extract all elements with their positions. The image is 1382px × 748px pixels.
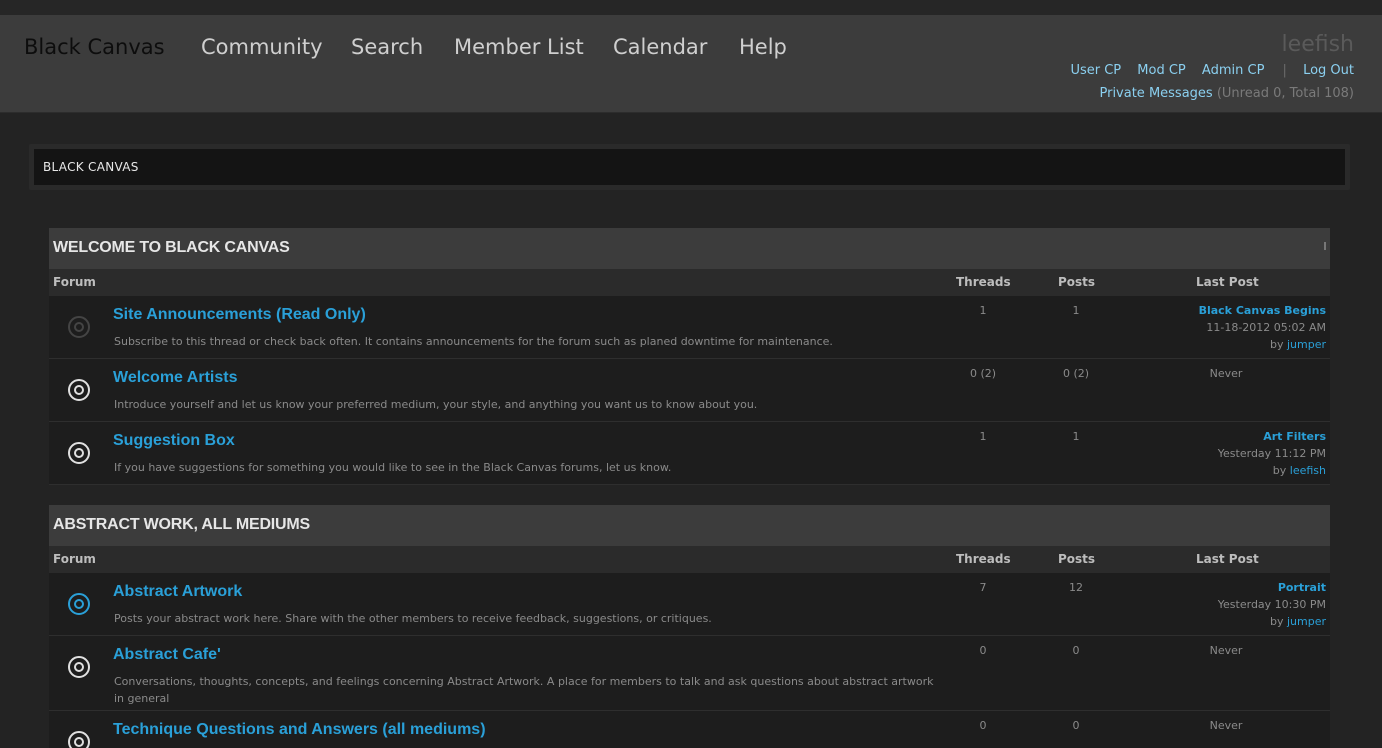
forum-read-icon <box>68 379 90 401</box>
forum-off-icon <box>68 316 90 338</box>
nav-calendar[interactable]: Calendar <box>613 35 707 59</box>
header: Black Canvas Community Search Member Lis… <box>0 15 1382 113</box>
private-messages-count: (Unread 0, Total 108) <box>1216 86 1354 101</box>
username[interactable]: leefish <box>1282 32 1354 57</box>
last-post-title[interactable]: Black Canvas Begins <box>1199 302 1326 319</box>
post-count: 12 <box>1069 581 1083 594</box>
forum-description: Introduce yourself and let us know your … <box>114 398 758 411</box>
forum-title[interactable]: Site Announcements (Read Only) <box>113 306 366 324</box>
category-title[interactable]: ABSTRACT WORK, ALL MEDIUMS <box>53 516 310 534</box>
thread-count: 7 <box>979 581 987 594</box>
last-post-title[interactable]: Portrait <box>1218 579 1326 596</box>
last-post: Portrait Yesterday 10:30 PM by jumper <box>1218 579 1326 630</box>
top-strip <box>0 0 1382 15</box>
last-post-never: Never <box>1209 719 1243 732</box>
forum-read-icon <box>68 442 90 464</box>
site-brand[interactable]: Black Canvas <box>24 35 165 59</box>
forum-title[interactable]: Technique Questions and Answers (all med… <box>113 721 486 739</box>
last-post-by: by <box>1269 615 1284 628</box>
mod-cp-link[interactable]: Mod CP <box>1137 63 1185 78</box>
column-threads: Threads <box>956 552 1011 566</box>
thread-count: 0 <box>979 719 987 732</box>
last-post-never: Never <box>1209 367 1243 380</box>
user-cp-link[interactable]: User CP <box>1070 63 1121 78</box>
last-post: Art Filters Yesterday 11:12 PM by leefis… <box>1218 428 1326 479</box>
forum-row: Abstract Cafe' Conversations, thoughts, … <box>49 636 1330 711</box>
forum-description: If you have suggestions for something yo… <box>114 461 672 474</box>
post-count: 0 <box>1072 644 1080 657</box>
private-messages: Private Messages (Unread 0, Total 108) <box>1099 86 1354 101</box>
forum-title[interactable]: Welcome Artists <box>113 369 237 387</box>
breadcrumb[interactable]: BLACK CANVAS <box>43 160 139 174</box>
forum-row: Welcome Artists Introduce yourself and l… <box>49 359 1330 422</box>
last-post-by: by <box>1269 338 1284 351</box>
nav-search[interactable]: Search <box>351 35 423 59</box>
category-title[interactable]: WELCOME TO BLACK CANVAS <box>53 239 290 257</box>
last-post-date: 11-18-2012 05:02 AM <box>1206 321 1326 334</box>
forum-title[interactable]: Abstract Artwork <box>113 583 242 601</box>
forum-title[interactable]: Abstract Cafe' <box>113 646 221 664</box>
last-post: Black Canvas Begins 11-18-2012 05:02 AM … <box>1199 302 1326 353</box>
last-post-user[interactable]: jumper <box>1287 338 1326 351</box>
forum-content: WELCOME TO BLACK CANVAS Forum Threads Po… <box>49 228 1330 748</box>
collapse-icon[interactable] <box>1324 242 1326 250</box>
private-messages-link[interactable]: Private Messages <box>1099 86 1212 101</box>
last-post-by: by <box>1272 464 1287 477</box>
forum-description: Subscribe to this thread or check back o… <box>114 335 833 348</box>
breadcrumb-inner: BLACK CANVAS <box>34 149 1345 185</box>
admin-cp-link[interactable]: Admin CP <box>1202 63 1264 78</box>
post-count: 0 (2) <box>1062 367 1090 380</box>
forum-row: Suggestion Box If you have suggestions f… <box>49 422 1330 485</box>
last-post-never: Never <box>1209 644 1243 657</box>
breadcrumb-bar: BLACK CANVAS <box>29 144 1350 190</box>
forum-row: Technique Questions and Answers (all med… <box>49 711 1330 748</box>
column-last-post: Last Post <box>1196 552 1259 566</box>
user-links: User CP Mod CP Admin CP | Log Out <box>1058 63 1354 78</box>
log-out-link[interactable]: Log Out <box>1303 63 1354 78</box>
separator: | <box>1282 63 1287 78</box>
category-header: ABSTRACT WORK, ALL MEDIUMS <box>49 505 1330 546</box>
nav-member-list[interactable]: Member List <box>454 35 584 59</box>
forum-new-icon <box>68 593 90 615</box>
post-count: 1 <box>1072 430 1080 443</box>
thread-count: 1 <box>979 430 987 443</box>
column-forum: Forum <box>53 275 96 289</box>
forum-description: Posts your abstract work here. Share wit… <box>114 612 712 625</box>
column-header: Forum Threads Posts Last Post <box>49 269 1330 296</box>
category-spacer <box>49 485 1330 505</box>
forum-row: Abstract Artwork Posts your abstract wor… <box>49 573 1330 636</box>
column-header: Forum Threads Posts Last Post <box>49 546 1330 573</box>
last-post-user[interactable]: leefish <box>1290 464 1326 477</box>
last-post-date: Yesterday 10:30 PM <box>1217 598 1326 611</box>
forum-row: Site Announcements (Read Only) Subscribe… <box>49 296 1330 359</box>
column-threads: Threads <box>956 275 1011 289</box>
column-posts: Posts <box>1058 275 1096 289</box>
forum-title[interactable]: Suggestion Box <box>113 432 235 450</box>
thread-count: 0 <box>979 644 987 657</box>
post-count: 1 <box>1072 304 1080 317</box>
category-header: WELCOME TO BLACK CANVAS <box>49 228 1330 269</box>
forum-read-icon <box>68 731 90 748</box>
last-post-user[interactable]: jumper <box>1287 615 1326 628</box>
last-post-date: Yesterday 11:12 PM <box>1217 447 1326 460</box>
forum-read-icon <box>68 656 90 678</box>
thread-count: 0 (2) <box>969 367 997 380</box>
post-count: 0 <box>1072 719 1080 732</box>
nav-community[interactable]: Community <box>201 35 323 59</box>
column-last-post: Last Post <box>1196 275 1259 289</box>
nav-help[interactable]: Help <box>739 35 787 59</box>
last-post-title[interactable]: Art Filters <box>1218 428 1326 445</box>
column-posts: Posts <box>1058 552 1096 566</box>
column-forum: Forum <box>53 552 96 566</box>
forum-description: Conversations, thoughts, concepts, and f… <box>114 675 934 705</box>
thread-count: 1 <box>979 304 987 317</box>
